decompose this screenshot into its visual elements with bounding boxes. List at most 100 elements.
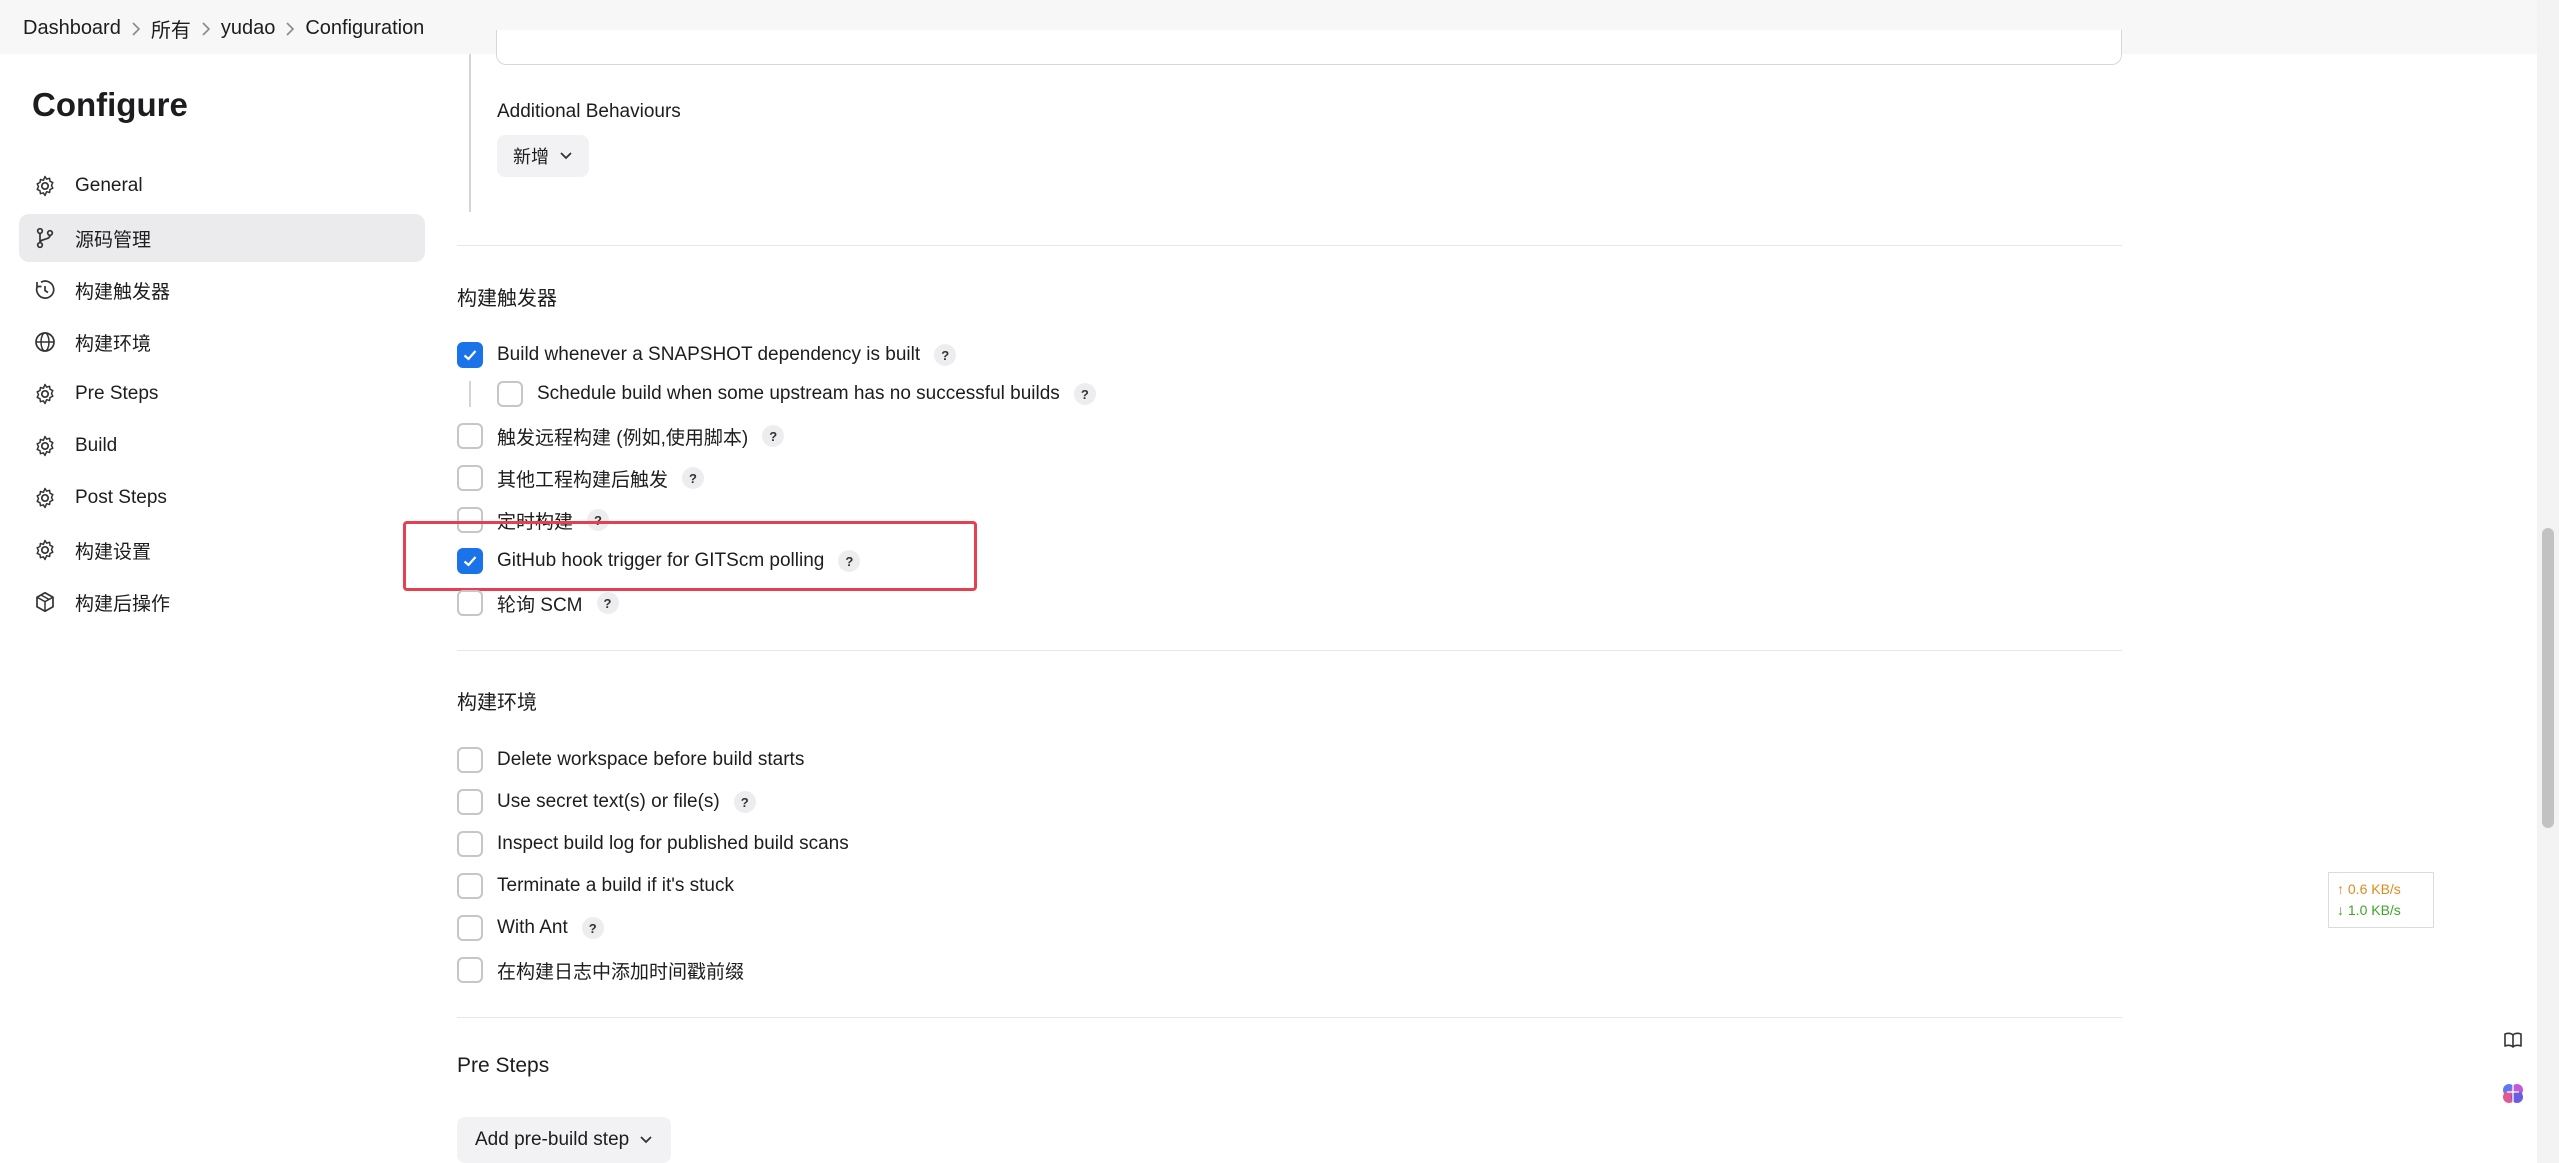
add-behaviour-label: 新增	[513, 147, 549, 167]
chevron-right-icon	[121, 18, 151, 39]
breadcrumb-all[interactable]: 所有	[151, 14, 191, 43]
checkbox-label[interactable]: With Ant	[497, 917, 568, 939]
breadcrumb-yudao[interactable]: yudao	[221, 17, 276, 40]
section-divider	[457, 650, 2122, 651]
env-timestamps: 在构建日志中添加时间戳前缀	[457, 955, 744, 985]
help-icon[interactable]: ?	[762, 425, 785, 447]
sidebar-item-general[interactable]: General	[19, 162, 425, 210]
gear-icon	[33, 174, 57, 198]
breadcrumb-configuration[interactable]: Configuration	[305, 17, 424, 40]
checkbox[interactable]	[457, 465, 483, 491]
sidebar-item-label: 源码管理	[75, 229, 152, 251]
help-icon[interactable]: ?	[1073, 383, 1096, 405]
download-speed: ↓ 1.0 KB/s	[2337, 902, 2401, 918]
gear-icon	[33, 486, 57, 510]
help-icon[interactable]: ?	[596, 592, 619, 614]
scrollbar-thumb[interactable]	[2542, 528, 2554, 828]
checkbox-label[interactable]: Terminate a build if it's stuck	[497, 875, 734, 897]
globe-icon	[33, 330, 57, 354]
add-behaviour-button[interactable]: 新增	[497, 135, 589, 177]
env-delete-workspace: Delete workspace before build starts	[457, 745, 804, 775]
sidebar-item-build-settings[interactable]: 构建设置	[19, 526, 425, 574]
trigger-poll-scm: 轮询 SCM ?	[457, 588, 619, 618]
brain-icon[interactable]	[2498, 1078, 2528, 1108]
chevron-down-icon	[640, 1136, 652, 1144]
trigger-after-other-projects: 其他工程构建后触发 ?	[457, 463, 705, 493]
checkbox-label[interactable]: Use secret text(s) or file(s)	[497, 791, 720, 813]
chevron-down-icon	[560, 152, 572, 160]
sidebar-item-triggers[interactable]: 构建触发器	[19, 266, 425, 314]
checkbox-label[interactable]: 在构建日志中添加时间戳前缀	[497, 957, 744, 984]
checkbox[interactable]	[457, 957, 483, 983]
sidebar-item-pre-steps[interactable]: Pre Steps	[19, 370, 425, 418]
gear-icon	[33, 434, 57, 458]
sidebar-item-label: 构建后操作	[75, 593, 171, 615]
help-icon[interactable]: ?	[682, 467, 705, 489]
sidebar-nav: General 源码管理 构建触发器 构建环境 Pre Steps Build …	[19, 162, 425, 630]
clock-icon	[33, 278, 57, 302]
sidebar-item-post-steps[interactable]: Post Steps	[19, 474, 425, 522]
section-divider	[457, 1017, 2122, 1018]
env-with-ant: With Ant ?	[457, 913, 604, 943]
checkbox-label[interactable]: 轮询 SCM	[497, 590, 583, 617]
checkbox[interactable]	[457, 789, 483, 815]
checkbox-label[interactable]: 触发远程构建 (例如,使用脚本)	[497, 423, 748, 450]
env-terminate-stuck: Terminate a build if it's stuck	[457, 871, 734, 901]
scm-field-tail[interactable]	[496, 30, 2122, 65]
sidebar-item-label: Pre Steps	[75, 383, 159, 404]
additional-behaviours-label: Additional Behaviours	[497, 101, 681, 122]
page-title: Configure	[32, 86, 188, 123]
checkbox[interactable]	[457, 747, 483, 773]
sidebar-item-scm[interactable]: 源码管理	[19, 214, 425, 262]
sidebar-item-post-build[interactable]: 构建后操作	[19, 578, 425, 626]
section-title-triggers: 构建触发器	[457, 288, 557, 310]
checkbox-label[interactable]: 其他工程构建后触发	[497, 465, 668, 492]
sidebar-item-label: 构建触发器	[75, 281, 171, 303]
chevron-right-icon	[191, 18, 221, 39]
checkbox-label[interactable]: Build whenever a SNAPSHOT dependency is …	[497, 344, 920, 366]
sidebar-item-label: Post Steps	[75, 487, 167, 508]
section-divider	[457, 245, 2122, 246]
help-icon[interactable]: ?	[733, 791, 756, 813]
trigger-snapshot-dependency: Build whenever a SNAPSHOT dependency is …	[457, 340, 957, 370]
breadcrumb: Dashboard 所有 yudao Configuration	[23, 14, 424, 43]
add-pre-build-step-label: Add pre-build step	[475, 1129, 630, 1150]
checkbox[interactable]	[457, 831, 483, 857]
sidebar-item-label: Build	[75, 435, 118, 456]
sidebar-item-label: 构建设置	[75, 541, 152, 563]
nested-indent-line	[469, 54, 471, 212]
chevron-right-icon	[275, 18, 305, 39]
checkbox[interactable]	[457, 915, 483, 941]
sidebar-item-label: 构建环境	[75, 333, 152, 355]
annotation-highlight-box	[403, 521, 977, 591]
checkbox-label[interactable]: Inspect build log for published build sc…	[497, 833, 849, 855]
trigger-schedule-upstream: Schedule build when some upstream has no…	[497, 379, 1096, 409]
checkbox[interactable]	[457, 590, 483, 616]
checkbox[interactable]	[457, 423, 483, 449]
branch-icon	[33, 226, 57, 250]
sidebar-item-environment[interactable]: 构建环境	[19, 318, 425, 366]
upload-speed: ↑ 0.6 KB/s	[2337, 881, 2401, 897]
breadcrumb-dashboard[interactable]: Dashboard	[23, 17, 121, 40]
add-pre-build-step-button[interactable]: Add pre-build step	[457, 1117, 672, 1163]
section-title-environment: 构建环境	[457, 692, 537, 714]
checkbox[interactable]	[497, 381, 523, 407]
help-icon[interactable]: ?	[934, 344, 957, 366]
checkbox-label[interactable]: Schedule build when some upstream has no…	[537, 383, 1060, 405]
env-inspect-build-log: Inspect build log for published build sc…	[457, 829, 849, 859]
sidebar-item-label: General	[75, 175, 143, 196]
gear-icon	[33, 382, 57, 406]
trigger-remote-build: 触发远程构建 (例如,使用脚本) ?	[457, 421, 785, 451]
help-icon[interactable]: ?	[581, 917, 604, 939]
checkbox[interactable]	[457, 342, 483, 368]
sidebar-item-build[interactable]: Build	[19, 422, 425, 470]
book-icon[interactable]	[2498, 1025, 2528, 1055]
nested-indent-line	[469, 381, 471, 407]
cube-icon	[33, 590, 57, 614]
network-speed-widget: ↑ 0.6 KB/s ↓ 1.0 KB/s	[2328, 872, 2434, 928]
checkbox-label[interactable]: Delete workspace before build starts	[497, 749, 804, 771]
env-secret-text: Use secret text(s) or file(s) ?	[457, 787, 756, 817]
section-title-pre-steps: Pre Steps	[457, 1054, 550, 1077]
gear-icon	[33, 538, 57, 562]
checkbox[interactable]	[457, 873, 483, 899]
